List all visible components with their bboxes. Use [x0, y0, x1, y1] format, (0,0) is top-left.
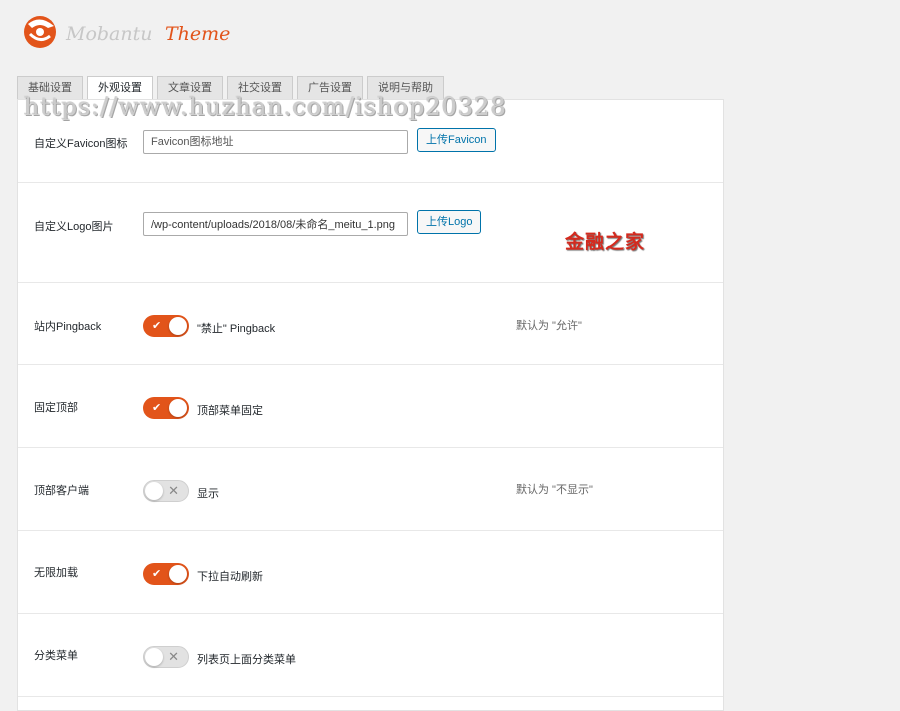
- top-client-toggle-label: 显示: [197, 488, 219, 500]
- infinite-load-toggle-label: 下拉自动刷新: [197, 571, 263, 583]
- infinite-load-label: 无限加载: [34, 567, 78, 579]
- check-icon: ✔: [152, 568, 162, 580]
- pingback-default-note: 默认为 "允许": [516, 320, 582, 332]
- fixed-top-label: 固定顶部: [34, 402, 78, 414]
- category-menu-label: 分类菜单: [34, 650, 78, 662]
- pingback-toggle[interactable]: ✔: [143, 315, 189, 337]
- settings-tabs: 基础设置 外观设置 文章设置 社交设置 广告设置 说明与帮助: [17, 76, 444, 100]
- logo-url-input[interactable]: [143, 212, 408, 236]
- setting-row-pingback: 站内Pingback ✔ "禁止" Pingback 默认为 "允许": [18, 283, 723, 365]
- check-icon: ✔: [152, 402, 162, 414]
- toggle-knob: [169, 565, 187, 583]
- upload-logo-button[interactable]: 上传Logo: [417, 210, 482, 234]
- toggle-knob: [145, 482, 163, 500]
- tab-social[interactable]: 社交设置: [227, 76, 293, 99]
- brand-logo: Mobantu Theme: [18, 12, 248, 52]
- category-menu-toggle[interactable]: ✕: [143, 646, 189, 668]
- upload-favicon-button[interactable]: 上传Favicon: [417, 128, 496, 152]
- tab-help[interactable]: 说明与帮助: [367, 76, 444, 99]
- settings-panel: 自定义Favicon图标 上传Favicon 自定义Logo图片 上传Logo …: [17, 99, 724, 711]
- setting-row-top-client: 顶部客户端 ✕ 显示 默认为 "不显示": [18, 448, 723, 531]
- tab-post[interactable]: 文章设置: [157, 76, 223, 99]
- toggle-knob: [169, 317, 187, 335]
- setting-row-category-menu: 分类菜单 ✕ 列表页上面分类菜单: [18, 614, 723, 697]
- favicon-url-input[interactable]: [143, 130, 408, 154]
- top-client-toggle[interactable]: ✕: [143, 480, 189, 502]
- top-client-default-note: 默认为 "不显示": [516, 484, 593, 496]
- pingback-toggle-label: "禁止" Pingback: [197, 323, 276, 335]
- tab-ads[interactable]: 广告设置: [297, 76, 363, 99]
- svg-text:Mobantu: Mobantu: [65, 23, 153, 45]
- setting-row-logo: 自定义Logo图片 上传Logo: [18, 183, 723, 283]
- infinite-load-toggle[interactable]: ✔: [143, 563, 189, 585]
- x-icon: ✕: [168, 483, 179, 498]
- setting-row-infinite-load: 无限加载 ✔ 下拉自动刷新: [18, 531, 723, 614]
- setting-row-fixed-top: 固定顶部 ✔ 顶部菜单固定: [18, 365, 723, 448]
- brand-logo-icon: [24, 16, 56, 48]
- check-icon: ✔: [152, 320, 162, 332]
- logo-label: 自定义Logo图片: [34, 221, 114, 233]
- top-client-label: 顶部客户端: [34, 485, 89, 497]
- favicon-label: 自定义Favicon图标: [34, 138, 128, 150]
- svg-text:Theme: Theme: [165, 23, 230, 45]
- fixed-top-toggle-label: 顶部菜单固定: [197, 405, 263, 417]
- fixed-top-toggle[interactable]: ✔: [143, 397, 189, 419]
- tab-basic[interactable]: 基础设置: [17, 76, 83, 99]
- pingback-label: 站内Pingback: [34, 321, 102, 333]
- x-icon: ✕: [168, 649, 179, 664]
- toggle-knob: [145, 648, 163, 666]
- category-menu-toggle-label: 列表页上面分类菜单: [197, 654, 296, 666]
- tab-appearance[interactable]: 外观设置: [87, 76, 153, 100]
- toggle-knob: [169, 399, 187, 417]
- setting-row-favicon: 自定义Favicon图标 上传Favicon: [18, 100, 723, 183]
